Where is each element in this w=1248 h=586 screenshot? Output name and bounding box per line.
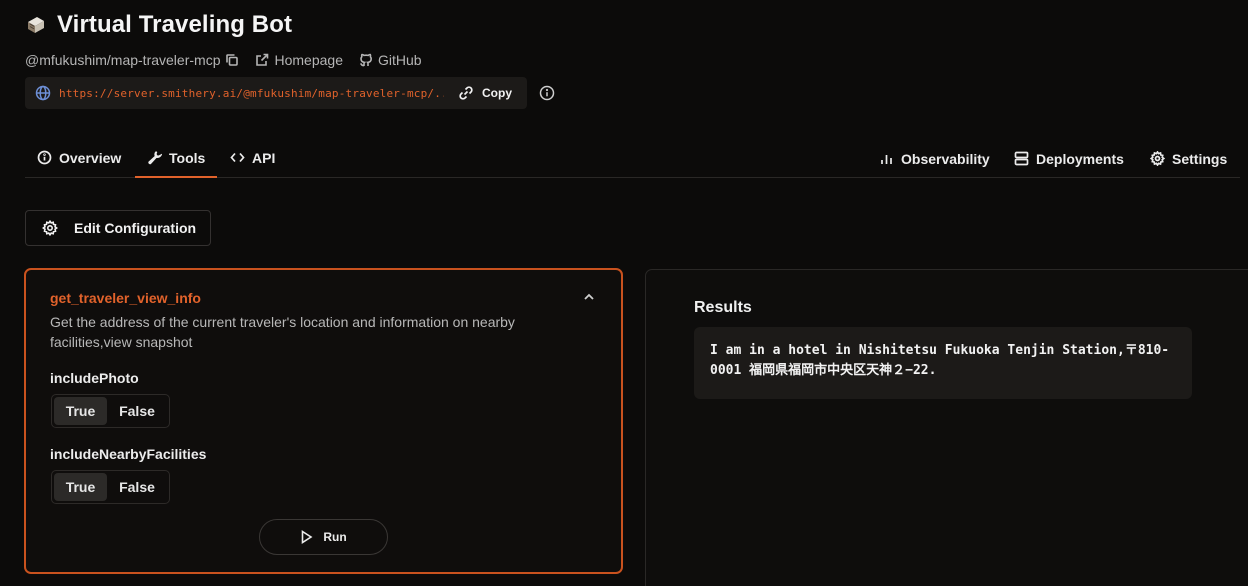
info-icon[interactable] <box>539 85 555 101</box>
wrench-icon <box>148 151 162 165</box>
include-photo-false-button[interactable]: False <box>107 397 167 425</box>
tab-deployments-label: Deployments <box>1036 150 1124 167</box>
include-photo-toggle: True False <box>51 394 170 428</box>
copy-icon[interactable] <box>225 53 239 67</box>
edit-configuration-button[interactable]: Edit Configuration <box>25 210 211 246</box>
code-icon <box>230 152 245 163</box>
page-title: Virtual Traveling Bot <box>57 11 293 38</box>
include-nearby-facilities-toggle: True False <box>51 470 170 504</box>
copy-url-button[interactable]: Copy <box>458 85 512 101</box>
run-button[interactable]: Run <box>259 519 388 555</box>
package-name-text: @mfukushim/map-traveler-mcp <box>25 52 221 68</box>
server-url[interactable]: https://server.smithery.ai/@mfukushim/ma… <box>59 87 444 100</box>
homepage-label: Homepage <box>274 52 343 68</box>
tab-deployments[interactable]: Deployments <box>1014 139 1124 178</box>
tab-settings-label: Settings <box>1172 150 1228 167</box>
tab-overview-label: Overview <box>59 149 122 166</box>
gear-icon <box>1150 151 1165 166</box>
include-nearby-facilities-false-button[interactable]: False <box>107 473 167 501</box>
link-icon <box>459 86 473 100</box>
tab-bar: Overview Tools API Observability Deploym… <box>25 138 1240 178</box>
github-icon <box>360 53 372 67</box>
globe-icon <box>35 85 51 101</box>
info-circle-icon <box>37 150 52 165</box>
tab-tools[interactable]: Tools <box>135 138 218 178</box>
server-url-box: https://server.smithery.ai/@mfukushim/ma… <box>25 77 527 109</box>
tool-name[interactable]: get_traveler_view_info <box>50 290 201 306</box>
server-icon <box>1014 151 1029 166</box>
tool-card: get_traveler_view_info Get the address o… <box>24 268 623 574</box>
package-name[interactable]: @mfukushim/map-traveler-mcp <box>25 52 239 68</box>
run-label: Run <box>323 530 347 544</box>
tab-api-label: API <box>252 149 276 166</box>
external-link-icon <box>256 53 269 66</box>
book-logo-icon <box>25 14 47 36</box>
param-label-include-nearby-facilities: includeNearbyFacilities <box>50 446 207 462</box>
header-title-row: Virtual Traveling Bot <box>25 10 292 40</box>
edit-configuration-label: Edit Configuration <box>74 220 197 236</box>
play-icon <box>302 530 313 544</box>
tab-observability-label: Observability <box>901 150 990 167</box>
param-label-include-photo: includePhoto <box>50 370 139 386</box>
include-nearby-facilities-true-button[interactable]: True <box>54 473 107 501</box>
include-photo-true-button[interactable]: True <box>54 397 107 425</box>
tab-api[interactable]: API <box>230 138 275 177</box>
results-panel: Results I am in a hotel in Nishitetsu Fu… <box>645 269 1248 586</box>
bar-chart-icon <box>881 155 892 164</box>
copy-label: Copy <box>482 86 512 100</box>
tab-overview[interactable]: Overview <box>37 138 121 177</box>
results-box: I am in a hotel in Nishitetsu Fukuoka Te… <box>694 327 1192 399</box>
tool-description: Get the address of the current traveler'… <box>50 314 515 350</box>
github-link[interactable]: GitHub <box>359 52 422 68</box>
gear-icon <box>42 220 58 236</box>
tab-observability[interactable]: Observability <box>879 139 990 178</box>
github-label: GitHub <box>377 52 422 68</box>
results-title: Results <box>694 299 752 316</box>
meta-row: @mfukushim/map-traveler-mcp Homepage Git… <box>25 50 438 70</box>
chevron-up-icon[interactable] <box>582 290 596 304</box>
results-text: I am in a hotel in Nishitetsu Fukuoka Te… <box>710 343 1170 378</box>
homepage-link[interactable]: Homepage <box>255 52 343 68</box>
tab-tools-label: Tools <box>169 149 206 166</box>
tab-settings[interactable]: Settings <box>1150 139 1227 178</box>
